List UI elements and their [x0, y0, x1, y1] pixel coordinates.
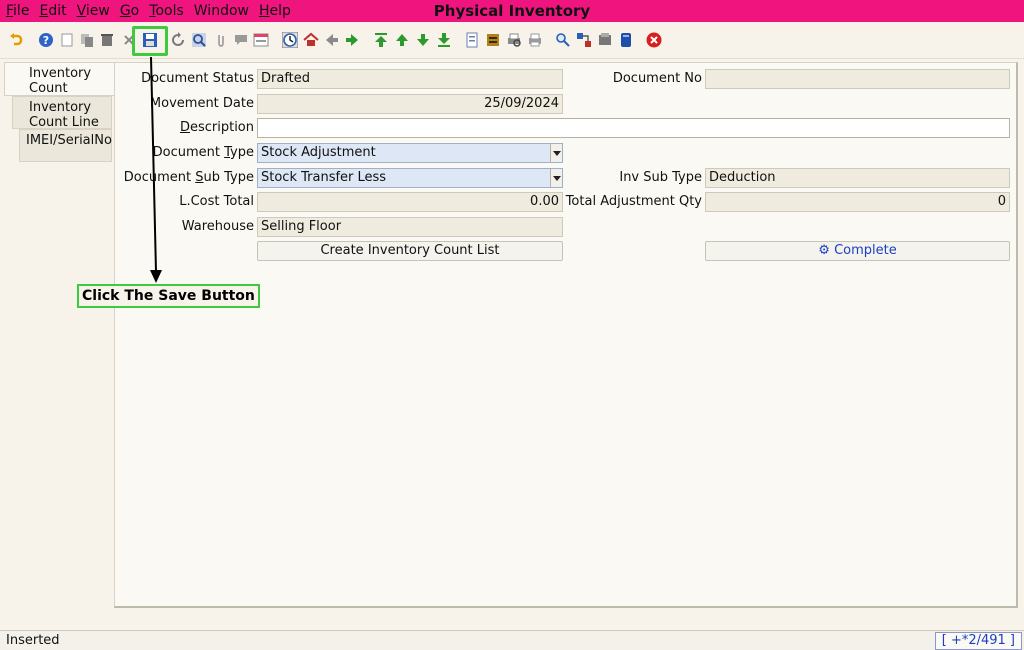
tab-strip: Inventory Count Inventory Count Line IME… — [0, 60, 114, 620]
chevron-down-icon[interactable] — [550, 144, 562, 162]
print-preview-icon[interactable] — [505, 31, 523, 49]
close-window-icon[interactable] — [645, 31, 663, 49]
status-message: Inserted — [6, 633, 60, 648]
history-icon[interactable] — [281, 31, 299, 49]
description-field[interactable] — [257, 118, 1010, 138]
lcost-total-label: L.Cost Total — [179, 194, 254, 209]
multi-view-icon[interactable] — [252, 31, 270, 49]
status-bar: Inserted [ +*2/491 ] — [0, 630, 1024, 650]
undo-icon[interactable] — [7, 31, 25, 49]
inv-sub-type-field: Deduction — [705, 168, 1010, 188]
forward-icon[interactable] — [343, 31, 361, 49]
tab-label: Count Line — [29, 115, 99, 130]
new-record-icon[interactable] — [58, 31, 76, 49]
create-inventory-count-list-button[interactable]: Create Inventory Count List — [257, 241, 563, 261]
archive-icon[interactable] — [484, 31, 502, 49]
product-info-icon[interactable] — [617, 31, 635, 49]
refresh-icon[interactable] — [169, 31, 187, 49]
find-icon[interactable] — [190, 31, 208, 49]
document-status-label: Document Status — [141, 71, 254, 86]
menu-file[interactable]: File — [2, 0, 33, 22]
inv-sub-type-label: Inv Sub Type — [619, 170, 702, 185]
tab-imei-serialno[interactable]: IMEI/SerialNo — [19, 129, 112, 162]
first-record-icon[interactable] — [372, 31, 390, 49]
tab-label: Inventory — [29, 66, 92, 81]
document-sub-type-value: Stock Transfer Less — [261, 170, 387, 185]
document-no-label: Document No — [612, 71, 702, 86]
complete-button[interactable]: ⚙ Complete — [705, 241, 1010, 261]
zoom-across-icon[interactable] — [554, 31, 572, 49]
document-type-value: Stock Adjustment — [261, 145, 376, 160]
movement-date-field[interactable]: 25/09/2024 — [257, 94, 563, 114]
warehouse-label: Warehouse — [181, 219, 254, 234]
tab-label: Count — [29, 81, 68, 96]
menu-window[interactable]: Window — [190, 0, 253, 22]
chevron-down-icon[interactable] — [550, 169, 562, 187]
total-adjustment-qty-field: 0 — [705, 192, 1010, 212]
save-button-highlight — [132, 26, 168, 56]
tab-label: IMEI/SerialNo — [26, 133, 112, 148]
document-status-field: Drafted — [257, 69, 563, 89]
delete-icon[interactable] — [98, 31, 116, 49]
help-icon[interactable]: ? — [37, 31, 55, 49]
movement-date-label: Movement Date — [149, 96, 254, 111]
tab-label: Inventory — [29, 100, 92, 115]
tab-inventory-count[interactable]: Inventory Count — [4, 62, 114, 96]
request-icon[interactable] — [596, 31, 614, 49]
menu-go[interactable]: Go — [116, 0, 143, 22]
tab-inventory-count-line[interactable]: Inventory Count Line — [12, 96, 112, 130]
print-icon[interactable] — [526, 31, 544, 49]
menu-bar: File Edit View Go Tools Window Help Phys… — [0, 0, 1024, 22]
gear-icon: ⚙ — [818, 243, 830, 258]
total-adjustment-qty-label: Total Adjustment Qty — [565, 194, 702, 209]
record-info[interactable]: [ +*2/491 ] — [934, 632, 1022, 650]
description-label: Description — [179, 120, 254, 135]
document-type-label: Document Type — [152, 145, 254, 160]
workflow-icon[interactable] — [575, 31, 593, 49]
menu-help[interactable]: Help — [255, 0, 295, 22]
document-no-field[interactable] — [705, 69, 1010, 89]
complete-button-label: Complete — [834, 243, 897, 258]
menu-view[interactable]: View — [73, 0, 114, 22]
document-sub-type-select[interactable]: Stock Transfer Less — [257, 168, 563, 188]
next-record-icon[interactable] — [414, 31, 432, 49]
chat-icon[interactable] — [232, 31, 250, 49]
menu-tools[interactable]: Tools — [145, 0, 188, 22]
copy-record-icon[interactable] — [78, 31, 96, 49]
report-icon[interactable] — [463, 31, 481, 49]
menu-edit[interactable]: Edit — [35, 0, 70, 22]
document-type-select[interactable]: Stock Adjustment — [257, 143, 563, 163]
last-record-icon[interactable] — [435, 31, 453, 49]
annotation-callout: Click The Save Button — [77, 284, 260, 308]
previous-record-icon[interactable] — [393, 31, 411, 49]
home-icon[interactable] — [302, 31, 320, 49]
document-sub-type-label: Document Sub Type — [123, 170, 254, 185]
back-icon[interactable] — [323, 31, 341, 49]
lcost-total-field: 0.00 — [257, 192, 563, 212]
svg-text:?: ? — [43, 34, 49, 47]
warehouse-field[interactable]: Selling Floor — [257, 217, 563, 237]
attachment-icon[interactable] — [212, 31, 230, 49]
